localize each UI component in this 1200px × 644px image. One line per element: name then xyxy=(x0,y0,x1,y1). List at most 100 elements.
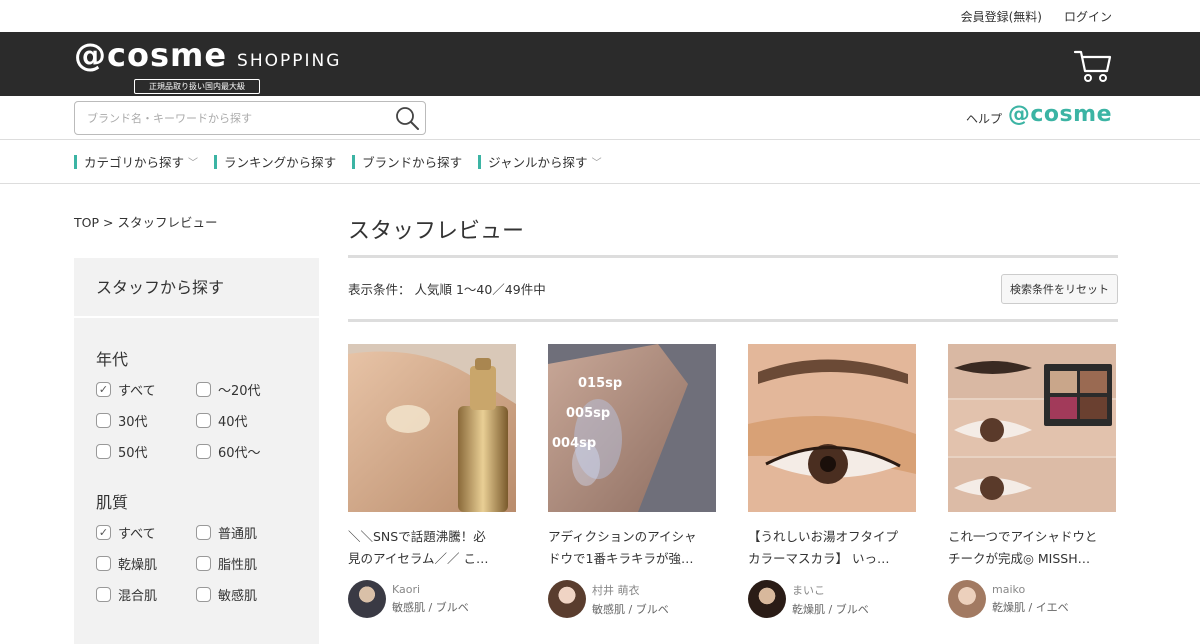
reviewer[interactable]: まいこ 乾燥肌 / ブルベ xyxy=(748,580,916,618)
chevron-down-icon: ﹀ xyxy=(591,158,602,169)
review-image-serum[interactable] xyxy=(348,344,516,512)
checkbox-checked-icon[interactable]: ✓ xyxy=(96,525,111,540)
review-title[interactable]: アディクションのアイシャ ドウで1番キラキラが強… xyxy=(548,526,716,570)
logo-tagline: 正規品取り扱い国内最大級 xyxy=(134,79,260,94)
reviewer[interactable]: maiko 乾燥肌 / イエベ xyxy=(948,580,1116,618)
cosme-shopping-logo[interactable]: @cosme SHOPPING 正規品取り扱い国内最大級 xyxy=(74,36,341,94)
option-label: 50代 xyxy=(118,446,148,461)
age-option-under20[interactable]: ～20代 xyxy=(196,380,296,399)
checkbox[interactable] xyxy=(96,556,111,571)
review-title-line: ＼＼SNSで話題沸騰！必 xyxy=(348,529,486,544)
cosme-site-link[interactable]: @cosme xyxy=(1008,102,1112,127)
age-option-30s[interactable]: 30代 xyxy=(96,411,196,430)
age-option-40s[interactable]: 40代 xyxy=(196,411,296,430)
logo-main-text: @cosme xyxy=(74,36,228,74)
option-label: 普通肌 xyxy=(218,527,258,542)
checkbox-checked-icon[interactable]: ✓ xyxy=(96,382,111,397)
checkbox[interactable] xyxy=(96,444,111,459)
staff-filter-sidebar: スタッフから探す 年代 ✓ すべて ～20代 30代 40代 50代 60代～ 肌… xyxy=(74,258,319,644)
swatch-label-2: 005sp xyxy=(566,406,610,421)
checkbox[interactable] xyxy=(196,444,211,459)
review-card[interactable]: これ一つでアイシャドウと チークが完成◎ MISSH… maiko 乾燥肌 / … xyxy=(948,344,1116,618)
avatar xyxy=(748,580,786,618)
search-input[interactable] xyxy=(75,103,389,133)
login-link[interactable]: ログイン xyxy=(1064,8,1112,25)
skin-filter-title: 肌質 xyxy=(96,493,129,512)
search-row: ヘルプ @cosme xyxy=(0,96,1200,140)
review-card[interactable]: ＼＼SNSで話題沸騰！必 見のアイセラム／／ こ… Kaori 敏感肌 / ブル… xyxy=(348,344,516,618)
reset-filters-button[interactable]: 検索条件をリセット xyxy=(1001,273,1118,304)
age-option-50s[interactable]: 50代 xyxy=(96,442,196,461)
checkbox[interactable] xyxy=(196,525,211,540)
reviewer-skin-type: 乾燥肌 / イエベ xyxy=(992,601,1069,614)
review-image-eye[interactable] xyxy=(748,344,916,512)
checkbox[interactable] xyxy=(196,587,211,602)
breadcrumb-top[interactable]: TOP xyxy=(74,215,99,230)
reviewer-name: maiko xyxy=(992,583,1026,596)
skin-option-normal[interactable]: 普通肌 xyxy=(196,523,296,542)
help-link[interactable]: ヘルプ xyxy=(966,110,1002,127)
nav-accent-bar xyxy=(214,154,218,169)
reviewer[interactable]: Kaori 敏感肌 / ブルベ xyxy=(348,580,516,618)
review-image-swatches[interactable]: 015sp 005sp 004sp xyxy=(548,344,716,512)
skin-option-sensitive[interactable]: 敏感肌 xyxy=(196,585,296,604)
checkbox[interactable] xyxy=(196,413,211,428)
nav-accent-bar xyxy=(74,154,77,169)
review-card[interactable]: 015sp 005sp 004sp アディクションのアイシャ ドウで1番キラキラ… xyxy=(548,344,716,618)
review-card-list: ＼＼SNSで話題沸騰！必 見のアイセラム／／ こ… Kaori 敏感肌 / ブル… xyxy=(348,344,1118,618)
skin-option-oily[interactable]: 脂性肌 xyxy=(196,554,296,573)
nav-label: カテゴリから探す xyxy=(84,155,185,170)
review-title[interactable]: 【うれしいお湯オフタイプ カラーマスカラ】 いっ… xyxy=(748,526,916,570)
condition-row: 表示条件： 人気順 1～40／49件中 検索条件をリセット xyxy=(348,258,1118,322)
reviewer-name: Kaori xyxy=(392,583,421,596)
option-label: 30代 xyxy=(118,415,148,430)
nav-label: ジャンルから探す xyxy=(488,155,588,170)
skin-filter: 肌質 ✓ すべて 普通肌 乾燥肌 脂性肌 混合肌 敏感肌 xyxy=(74,489,319,604)
option-label: ～20代 xyxy=(218,384,261,399)
option-label: すべて xyxy=(118,527,156,542)
age-option-all[interactable]: ✓ すべて xyxy=(96,380,196,399)
swatch-label-3: 004sp xyxy=(552,436,596,451)
age-option-60s[interactable]: 60代～ xyxy=(196,442,296,461)
utility-bar: 会員登録(無料) ログイン xyxy=(0,0,1200,32)
skin-option-all[interactable]: ✓ すべて xyxy=(96,523,196,542)
checkbox[interactable] xyxy=(96,413,111,428)
nav-label: ランキングから探す xyxy=(224,155,337,170)
category-nav: カテゴリから探す ﹀ ランキングから探す ブランドから探す ジャンルから探す ﹀ xyxy=(0,140,1200,184)
cart-icon[interactable] xyxy=(1072,44,1114,86)
review-image-palette[interactable] xyxy=(948,344,1116,512)
option-label: 混合肌 xyxy=(118,589,158,604)
reviewer[interactable]: 村井 萌衣 敏感肌 / ブルベ xyxy=(548,580,716,618)
nav-brand[interactable]: ブランドから探す xyxy=(352,152,462,171)
sidebar-title: スタッフから探す xyxy=(74,258,319,318)
review-title-line: ドウで1番キラキラが強… xyxy=(548,551,694,566)
checkbox[interactable] xyxy=(96,587,111,602)
skin-option-dry[interactable]: 乾燥肌 xyxy=(96,554,196,573)
option-label: 乾燥肌 xyxy=(118,558,158,573)
register-link[interactable]: 会員登録(無料) xyxy=(961,8,1042,25)
checkbox[interactable] xyxy=(196,556,211,571)
site-header: @cosme SHOPPING 正規品取り扱い国内最大級 xyxy=(0,32,1200,96)
nav-genre[interactable]: ジャンルから探す ﹀ xyxy=(478,152,602,171)
review-card[interactable]: 【うれしいお湯オフタイプ カラーマスカラ】 いっ… まいこ 乾燥肌 / ブルベ xyxy=(748,344,916,618)
option-label: 60代～ xyxy=(218,446,261,461)
review-title[interactable]: ＼＼SNSで話題沸騰！必 見のアイセラム／／ こ… xyxy=(348,526,516,570)
review-title-line: 見のアイセラム／／ こ… xyxy=(348,551,489,566)
search-icon[interactable] xyxy=(389,102,425,134)
skin-option-combination[interactable]: 混合肌 xyxy=(96,585,196,604)
reviewer-skin-type: 敏感肌 / ブルベ xyxy=(392,601,469,614)
reviewer-skin-type: 敏感肌 / ブルベ xyxy=(592,602,669,616)
review-title[interactable]: これ一つでアイシャドウと チークが完成◎ MISSH… xyxy=(948,526,1116,570)
swatch-label-1: 015sp xyxy=(578,376,622,391)
breadcrumb-separator: > xyxy=(103,215,114,230)
nav-ranking[interactable]: ランキングから探す xyxy=(214,152,336,171)
age-filter: 年代 ✓ すべて ～20代 30代 40代 50代 60代～ xyxy=(74,346,319,461)
age-filter-title: 年代 xyxy=(96,350,129,369)
nav-category[interactable]: カテゴリから探す ﹀ xyxy=(74,152,198,171)
breadcrumb: TOP > スタッフレビュー xyxy=(74,212,217,231)
reviewer-skin-type: 乾燥肌 / ブルベ xyxy=(792,602,869,616)
checkbox[interactable] xyxy=(196,382,211,397)
review-title-line: これ一つでアイシャドウと xyxy=(948,529,1098,544)
search-box xyxy=(74,101,426,135)
chevron-down-icon: ﹀ xyxy=(188,158,199,169)
